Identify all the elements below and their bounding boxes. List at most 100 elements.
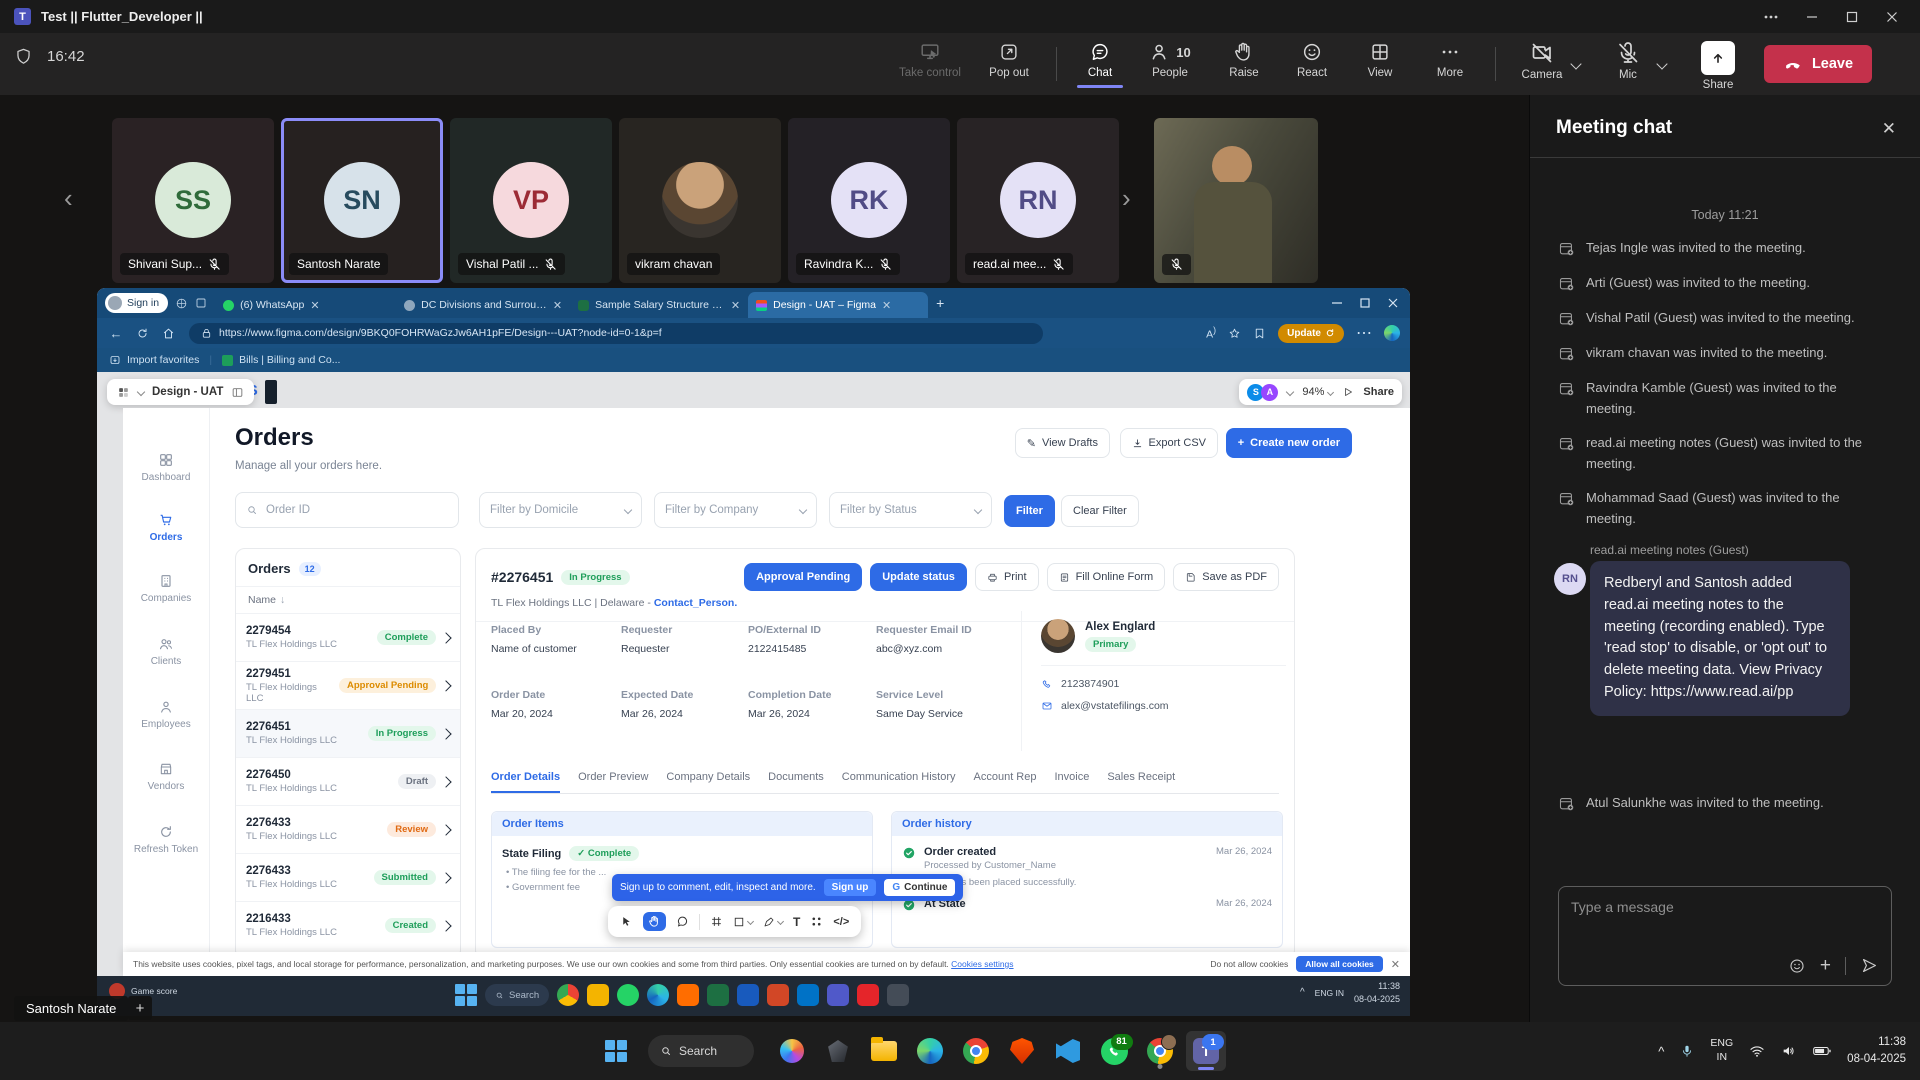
order-row-selected[interactable]: 2276451TL Flex Holdings LLC In Progress xyxy=(236,709,460,757)
raise-hand-button[interactable]: Raise xyxy=(1212,41,1276,79)
scroll-right-chevron[interactable]: › xyxy=(1122,185,1131,211)
inner-start-button[interactable] xyxy=(455,984,477,1006)
tray-mic-icon[interactable] xyxy=(1680,1044,1694,1058)
inner-clock[interactable]: 11:38 08-04-2025 xyxy=(1354,980,1400,1005)
tab-account-rep[interactable]: Account Rep xyxy=(974,771,1037,793)
inner-edge-icon[interactable] xyxy=(647,984,669,1006)
chat-message-input[interactable]: Type a message + xyxy=(1558,886,1892,986)
presenter-add-button[interactable]: + xyxy=(128,996,152,1020)
edge-icon[interactable] xyxy=(910,1031,950,1071)
vscode-icon[interactable] xyxy=(1048,1031,1088,1071)
refresh-icon[interactable] xyxy=(129,327,155,340)
filter-domicile-select[interactable]: Filter by Domicile xyxy=(479,492,642,528)
cookie-close-icon[interactable]: ✕ xyxy=(1391,958,1400,971)
home-icon[interactable] xyxy=(155,327,181,340)
browser-update-button[interactable]: Update xyxy=(1278,324,1344,343)
browser-tab-figma-active[interactable]: Design - UAT – Figma✕ xyxy=(748,292,928,318)
update-status-button[interactable]: Update status xyxy=(870,563,967,591)
clear-filter-button[interactable]: Clear Filter xyxy=(1061,495,1139,527)
inner-powerpoint-icon[interactable] xyxy=(767,984,789,1006)
inner-teams-icon[interactable] xyxy=(827,984,849,1006)
maximize-icon[interactable] xyxy=(1846,11,1858,23)
tab-sales-receipt[interactable]: Sales Receipt xyxy=(1107,771,1175,793)
tab-order-preview[interactable]: Order Preview xyxy=(578,771,648,793)
figma-doc-pill[interactable]: Design - UAT xyxy=(107,379,254,405)
contact-phone[interactable]: 2123874901 xyxy=(1061,678,1119,690)
send-icon[interactable] xyxy=(1860,956,1879,975)
participant-tile[interactable]: RN read.ai mee... xyxy=(957,118,1119,283)
comment-tool-icon[interactable] xyxy=(676,915,689,928)
tab-invoice[interactable]: Invoice xyxy=(1054,771,1089,793)
order-row[interactable]: 2279454TL Flex Holdings LLC Complete xyxy=(236,613,460,661)
wifi-icon[interactable] xyxy=(1749,1043,1765,1059)
widgets-ticker[interactable]: Game score xyxy=(131,986,177,996)
brave-icon[interactable] xyxy=(1002,1031,1042,1071)
tray-chevron-icon[interactable]: ^ xyxy=(1658,1044,1664,1059)
order-row[interactable]: 2276433TL Flex Holdings LLC Review xyxy=(236,805,460,853)
order-row[interactable]: 2279451TL Flex Holdings LLC Approval Pen… xyxy=(236,661,460,709)
inner-search-box[interactable]: Search xyxy=(485,984,549,1006)
url-field[interactable]: https://www.figma.com/design/9BKQ0FOHRWa… xyxy=(189,323,1043,344)
participant-tile-video[interactable] xyxy=(1154,118,1318,283)
allow-cookies-button[interactable]: Allow all cookies xyxy=(1296,956,1383,972)
view-drafts-button[interactable]: ✎ View Drafts xyxy=(1015,428,1110,458)
emoji-icon[interactable] xyxy=(1788,957,1806,975)
fill-online-form-button[interactable]: Fill Online Form xyxy=(1047,563,1166,591)
browser-menu-icon[interactable]: ⋯ xyxy=(1356,323,1372,343)
name-column-header[interactable]: Name xyxy=(248,594,276,606)
attach-plus-icon[interactable]: + xyxy=(1820,956,1831,975)
language-indicator[interactable]: ENGIN xyxy=(1710,1037,1733,1064)
browser-tab-whatsapp[interactable]: (6) WhatsApp✕ xyxy=(215,292,396,318)
chat-close-icon[interactable]: ✕ xyxy=(1882,119,1896,139)
shape-tool-icon[interactable] xyxy=(733,916,753,928)
scroll-left-chevron[interactable]: ‹ xyxy=(64,185,73,211)
approval-pending-button[interactable]: Approval Pending xyxy=(744,563,862,591)
create-new-order-button[interactable]: + Create new order xyxy=(1226,428,1352,458)
participant-tile[interactable]: vikram chavan xyxy=(619,118,781,283)
tab-actions-icon[interactable] xyxy=(195,297,207,309)
window-more-icon[interactable] xyxy=(1764,15,1778,19)
camera-options-chevron[interactable] xyxy=(1572,55,1580,73)
present-icon[interactable] xyxy=(1342,386,1354,398)
print-button[interactable]: Print xyxy=(975,563,1039,591)
tab-communication-history[interactable]: Communication History xyxy=(842,771,956,793)
contact-person-link[interactable]: Contact_Person. xyxy=(654,597,737,609)
export-csv-button[interactable]: Export CSV xyxy=(1120,428,1218,458)
camera-button[interactable]: Camera xyxy=(1510,41,1574,81)
order-id-search-input[interactable]: Order ID xyxy=(235,492,459,528)
file-explorer-icon[interactable] xyxy=(864,1031,904,1071)
order-row[interactable]: 2276433TL Flex Holdings LLC Submitted xyxy=(236,853,460,901)
browser-signin-button[interactable]: Sign in xyxy=(105,293,168,313)
mic-button[interactable]: Mic xyxy=(1596,41,1660,81)
close-tab-icon[interactable]: ✕ xyxy=(731,299,740,312)
code-tool-icon[interactable]: </> xyxy=(833,916,849,928)
whatsapp-icon[interactable]: 81 xyxy=(1094,1031,1134,1071)
inner-whatsapp-icon[interactable] xyxy=(617,984,639,1006)
browser-minimize-icon[interactable] xyxy=(1332,298,1342,308)
browser-tab-sheet[interactable]: Sample Salary Structure with calc✕ xyxy=(570,292,748,318)
pop-out-button[interactable]: Pop out xyxy=(977,41,1041,79)
favorite-star-icon[interactable] xyxy=(1228,327,1241,340)
browser-maximize-icon[interactable] xyxy=(1360,298,1370,308)
sort-icon[interactable]: ↓ xyxy=(280,594,285,606)
battery-icon[interactable] xyxy=(1813,1044,1831,1058)
participant-tile[interactable]: SS Shivani Sup... xyxy=(112,118,274,283)
save-as-pdf-button[interactable]: Save as PDF xyxy=(1173,563,1279,591)
mic-options-chevron[interactable] xyxy=(1658,55,1666,73)
inner-pdf-icon[interactable] xyxy=(857,984,879,1006)
import-favorites-button[interactable]: Import favorites xyxy=(109,354,199,366)
inner-tray-chevron[interactable]: ^ xyxy=(1300,987,1305,998)
back-icon[interactable]: ← xyxy=(103,326,129,341)
browser-close-icon[interactable] xyxy=(1388,298,1398,308)
close-tab-icon[interactable]: ✕ xyxy=(310,299,319,312)
tab-company-details[interactable]: Company Details xyxy=(666,771,750,793)
figma-share-button[interactable]: Share xyxy=(1363,386,1394,398)
people-button[interactable]: 10 People xyxy=(1132,41,1208,79)
inner-folder-icon[interactable] xyxy=(587,984,609,1006)
participant-tile-active-speaker[interactable]: SN Santosh Narate xyxy=(281,118,443,283)
bookmark-bills[interactable]: Bills | Billing and Co... xyxy=(222,354,340,366)
workspaces-icon[interactable] xyxy=(175,297,188,310)
sidebar-item-dashboard[interactable]: Dashboard xyxy=(123,452,209,483)
collaborator-avatar[interactable]: A xyxy=(1261,384,1278,401)
clock[interactable]: 11:3808-04-2025 xyxy=(1847,1034,1906,1067)
